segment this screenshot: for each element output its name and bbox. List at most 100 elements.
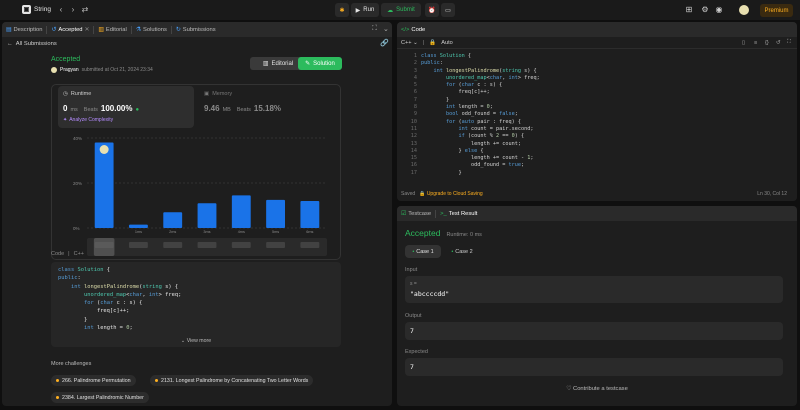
variable-name: s = xyxy=(410,281,417,287)
case-2-tab[interactable]: • Case 2 xyxy=(445,245,479,258)
fullscreen-icon[interactable]: ⛶ xyxy=(787,39,791,46)
collapse-icon[interactable]: ⌄ xyxy=(383,25,389,33)
solution-label: Solution xyxy=(313,60,335,67)
case-1-tab[interactable]: • Case 1 xyxy=(405,245,441,258)
username[interactable]: Pragyan xyxy=(60,67,79,73)
next-problem-icon[interactable]: › xyxy=(68,5,78,15)
submit-button[interactable]: ☁ Submit xyxy=(381,3,421,17)
reset-icon[interactable]: ↺ xyxy=(776,40,781,46)
line-number: 12 xyxy=(410,133,417,140)
arrow-left-icon: ← xyxy=(7,41,13,47)
avatar[interactable] xyxy=(739,5,749,15)
code-icon: </> xyxy=(401,26,410,33)
code-line[interactable]: } xyxy=(421,170,540,177)
solution-button[interactable]: ✎ Solution xyxy=(298,57,342,70)
settings-icon[interactable]: ⚙ xyxy=(700,5,710,15)
back-link[interactable]: ← All Submissions xyxy=(2,38,392,50)
bar xyxy=(231,195,251,228)
code-line: int length = 0; xyxy=(83,325,133,332)
test-status: Accepted xyxy=(405,228,441,238)
bug-icon: ✱ xyxy=(339,7,345,14)
play-icon: ▶ xyxy=(355,7,361,14)
code-line[interactable]: } else { xyxy=(421,148,540,155)
test-tabbar: ☑ Testcase >_ Test Result xyxy=(397,206,797,221)
bar xyxy=(129,224,148,228)
format-icon[interactable]: ≡ xyxy=(754,40,757,46)
runtime-card[interactable]: ◷ Runtime 0 ms Beats 100.00% ● ✦ Analyze C… xyxy=(58,86,194,128)
code-line[interactable]: length += count - 1; xyxy=(421,155,540,162)
code-line[interactable]: int longestPalindrome(string s) { xyxy=(421,68,540,75)
problem-list-title[interactable]: String xyxy=(34,6,51,13)
notes-button[interactable]: ▭ xyxy=(441,3,455,17)
code-line[interactable]: if (count % 2 == 0) { xyxy=(421,133,540,140)
tab-submissions[interactable]: ↻ Submissions xyxy=(172,22,220,37)
tab-accepted[interactable]: ↺ Accepted ✕ xyxy=(47,22,93,37)
run-button[interactable]: ▶ Run xyxy=(351,3,379,17)
link-icon[interactable]: 🔗 xyxy=(380,39,389,47)
tab-editorial[interactable]: ▥ Editorial xyxy=(94,22,130,37)
memory-card[interactable]: ▣ Memory 9.46 MB Beats 15.18% xyxy=(198,86,334,128)
view-more-label: View more xyxy=(186,338,212,344)
analyze-complexity-link[interactable]: ✦ Analyze Complexity xyxy=(63,117,113,123)
code-line[interactable]: odd_found = true; xyxy=(421,162,540,169)
debug-button[interactable]: ✱ xyxy=(335,3,349,17)
code-line: int longestPalindrome(string s) { xyxy=(70,283,179,290)
code-line[interactable]: for (char c : s) { xyxy=(421,82,540,89)
heart-icon: ♡ xyxy=(566,386,572,392)
tab-testcase[interactable]: ☑ Testcase xyxy=(397,206,435,221)
code-editor[interactable]: class Solution {public: int longestPalin… xyxy=(421,53,540,177)
premium-button[interactable]: Premium xyxy=(760,4,793,17)
chevron-down-icon: ⌄ xyxy=(180,338,186,344)
lock-icon: 🔒 xyxy=(419,191,426,197)
avatar[interactable] xyxy=(51,67,57,73)
prev-problem-icon[interactable]: ‹ xyxy=(56,5,66,15)
code-line[interactable]: length += count; xyxy=(421,141,540,148)
edit-icon: ✎ xyxy=(305,61,311,67)
layout-icon[interactable]: ⊞ xyxy=(684,5,694,15)
code-language: C++ xyxy=(73,251,84,257)
submission-panel: ▤ Description ↺ Accepted ✕ ▥ Editorial ⚗ Solu… xyxy=(2,22,392,406)
runtime-value: 0 xyxy=(63,104,68,113)
output-label: Output xyxy=(405,313,422,319)
more-challenges-title: More challenges xyxy=(51,361,92,367)
bookmark-icon[interactable]: ▯ xyxy=(742,40,745,46)
code-line[interactable]: unordered_map<char, int> freq; xyxy=(421,75,540,82)
runtime-unit: ms xyxy=(70,107,78,113)
code-line[interactable]: public: xyxy=(421,60,540,67)
status-label: Accepted xyxy=(51,56,81,63)
expand-icon[interactable]: ⛶ xyxy=(372,25,377,33)
code-line[interactable]: freq[c]++; xyxy=(421,89,540,96)
tab-solutions[interactable]: ⚗ Solutions xyxy=(132,22,171,37)
mode-label[interactable]: Auto xyxy=(441,40,453,46)
close-icon[interactable]: ✕ xyxy=(85,27,90,33)
code-label: Code xyxy=(51,251,65,257)
contribute-testcase-link[interactable]: ♡ Contribute a testcase xyxy=(397,386,797,392)
expected-box: 7 xyxy=(405,358,783,376)
tab-code[interactable]: </> Code xyxy=(397,22,429,37)
code-line[interactable]: bool odd_found = false; xyxy=(421,111,540,118)
code-line[interactable]: class Solution { xyxy=(421,53,540,60)
braces-icon[interactable]: {} xyxy=(765,40,769,46)
streak-icon[interactable]: ◉ xyxy=(714,5,724,15)
tab-description[interactable]: ▤ Description xyxy=(2,22,46,37)
output-box: 7 xyxy=(405,322,783,340)
run-label: Run xyxy=(363,7,375,13)
view-more-button[interactable]: ⌄ View more xyxy=(51,338,341,344)
tab-label: Description xyxy=(13,26,43,33)
challenge-chip[interactable]: 266. Palindrome Permutation xyxy=(51,375,136,386)
tab-label: Code xyxy=(411,26,426,33)
code-line[interactable]: for (auto pair : freq) { xyxy=(421,119,540,126)
runtime-beats-label: Beats xyxy=(83,107,98,113)
tab-test-result[interactable]: >_ Test Result xyxy=(436,206,481,221)
code-line[interactable]: } xyxy=(421,97,540,104)
code-line[interactable]: int length = 0; xyxy=(421,104,540,111)
leetcode-logo-icon[interactable]: ▣ xyxy=(22,5,31,14)
language-select[interactable]: C++ ⌄ xyxy=(401,40,418,46)
timer-button[interactable]: ⏰ xyxy=(425,3,439,17)
shuffle-icon[interactable]: ⇄ xyxy=(80,5,90,15)
x-tick-label: 3ms xyxy=(203,230,210,234)
challenge-chip[interactable]: 2384. Largest Palindromic Number xyxy=(51,392,149,403)
code-line[interactable]: int count = pair.second; xyxy=(421,126,540,133)
upgrade-link[interactable]: 🔒 Upgrade to Cloud Saving xyxy=(419,191,483,197)
challenge-chip[interactable]: 2131. Longest Palindrome by Concatenatin… xyxy=(150,375,314,386)
